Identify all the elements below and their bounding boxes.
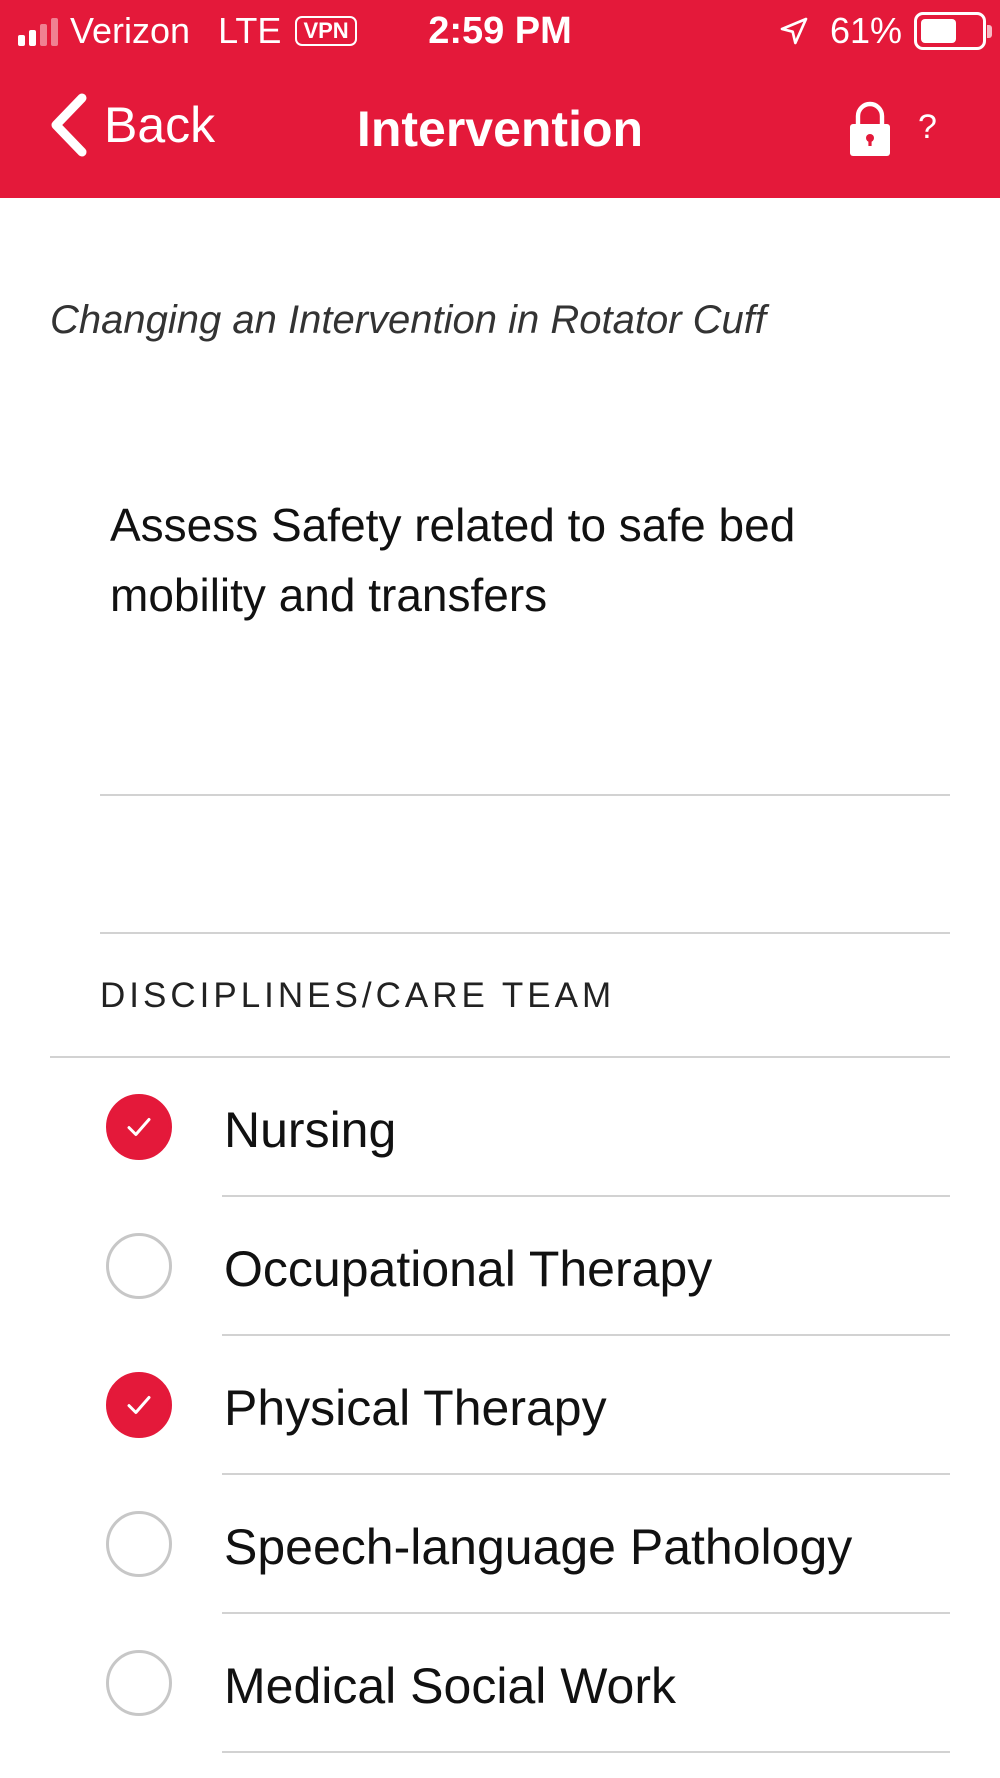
checkbox-physical-therapy[interactable] (106, 1372, 172, 1438)
top-bar: Verizon LTE VPN 2:59 PM 61% Back Interve… (0, 0, 1000, 198)
back-button[interactable]: Back (46, 92, 215, 158)
battery-percentage: 61% (829, 10, 902, 51)
checkmark-icon (127, 1118, 151, 1136)
navigation-bar: Back Intervention ? (0, 78, 1000, 182)
discipline-option-speech-language-pathology[interactable]: Speech-language Pathology (0, 1475, 1000, 1614)
discipline-label: Nursing (224, 1102, 397, 1158)
discipline-label: Medical Social Work (224, 1658, 677, 1714)
discipline-option-medical-social-work[interactable]: Medical Social Work (0, 1614, 1000, 1753)
discipline-label: Speech-language Pathology (224, 1519, 853, 1575)
discipline-option-nursing[interactable]: Nursing (0, 1058, 1000, 1197)
location-arrow-icon (780, 17, 808, 45)
intervention-text-field[interactable]: Assess Safety related to safe bed mobili… (110, 490, 870, 630)
context-subtitle: Changing an Intervention in Rotator Cuff (50, 298, 766, 342)
discipline-label: Occupational Therapy (224, 1241, 713, 1297)
divider (100, 794, 950, 796)
back-label: Back (104, 97, 216, 153)
discipline-option-occupational-therapy[interactable]: Occupational Therapy (0, 1197, 1000, 1336)
checkbox-occupational-therapy[interactable] (106, 1233, 172, 1299)
checkbox-medical-social-work[interactable] (106, 1650, 172, 1716)
status-bar: Verizon LTE VPN 2:59 PM 61% (0, 0, 1000, 66)
checkbox-speech-language-pathology[interactable] (106, 1511, 172, 1577)
lock-icon[interactable] (846, 100, 894, 158)
section-header-disciplines: DISCIPLINES/CARE TEAM (100, 976, 616, 1015)
checkbox-nursing[interactable] (106, 1094, 172, 1160)
help-button[interactable]: ? (918, 108, 937, 147)
battery-icon (914, 12, 992, 50)
divider (100, 932, 950, 934)
discipline-option-physical-therapy[interactable]: Physical Therapy (0, 1336, 1000, 1475)
row-divider (222, 1751, 950, 1753)
back-chevron-icon (51, 93, 87, 157)
checkmark-icon (127, 1396, 151, 1414)
discipline-label: Physical Therapy (224, 1380, 607, 1436)
